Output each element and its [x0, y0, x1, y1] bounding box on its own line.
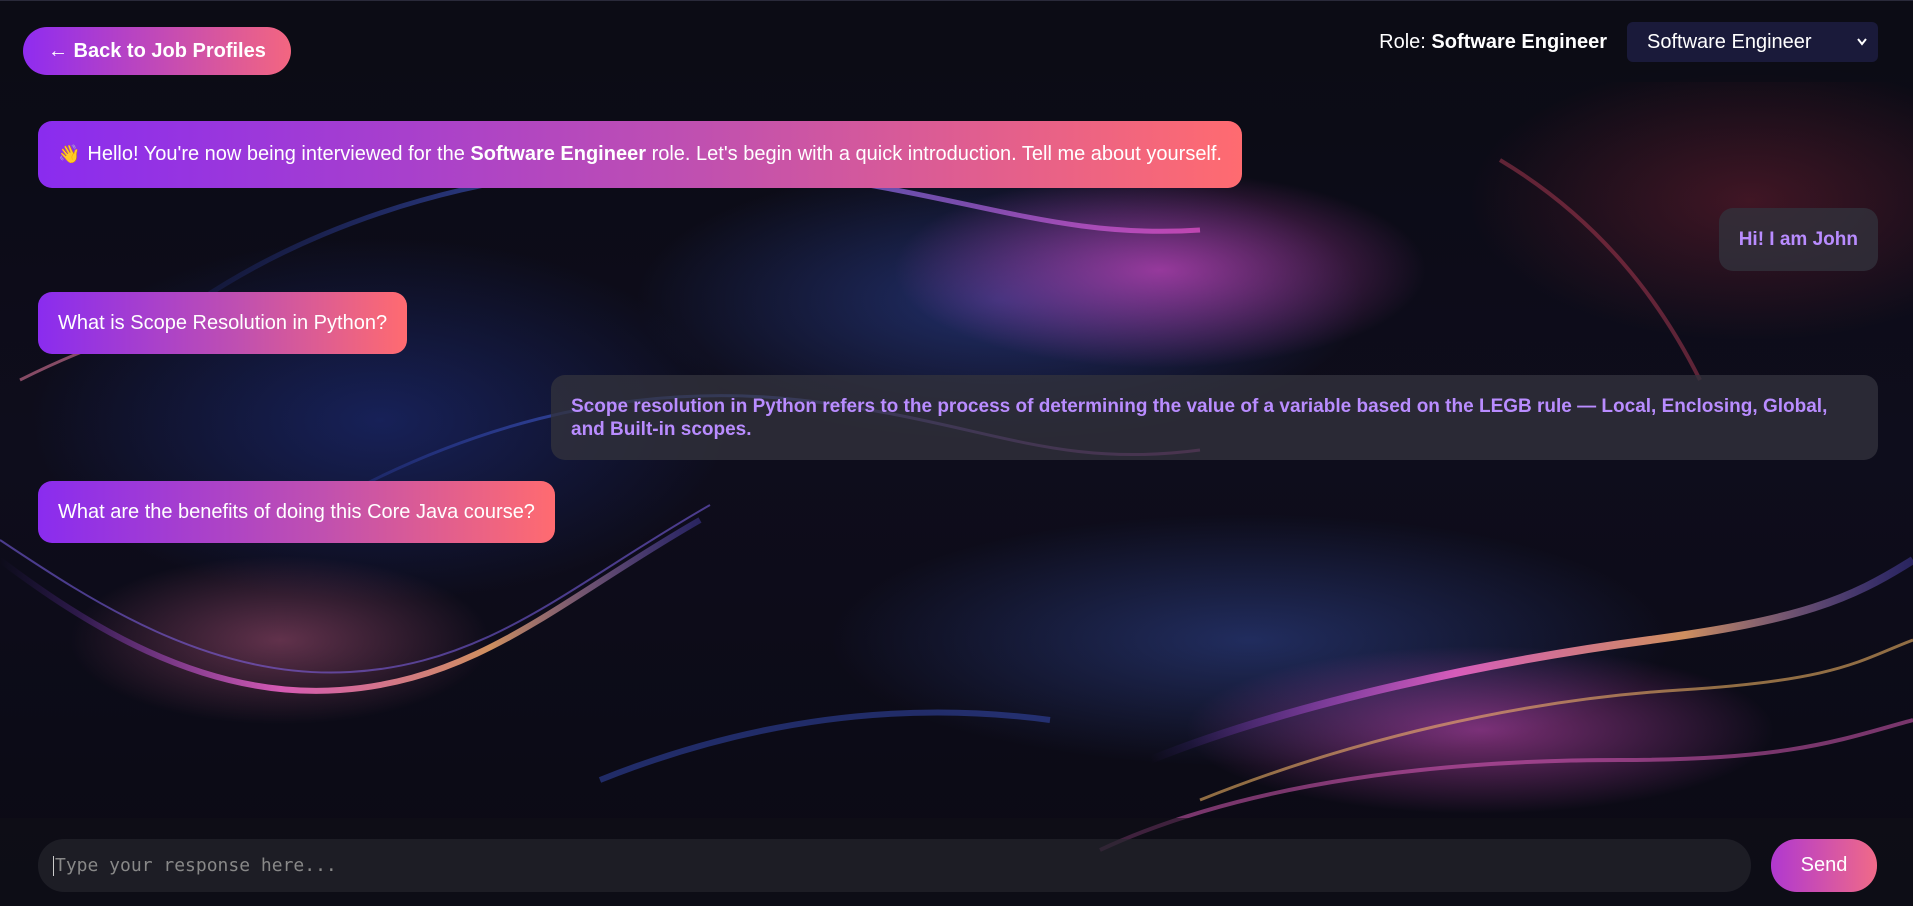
- chevron-down-icon: [1856, 22, 1868, 77]
- waving-hand-icon: 👋: [58, 144, 81, 164]
- response-input[interactable]: Type your response here...: [38, 839, 1751, 892]
- send-button[interactable]: Send: [1771, 839, 1877, 892]
- bot-message-text-start: Hello! You're now being interviewed for …: [87, 143, 465, 165]
- text-caret: [53, 856, 54, 876]
- bot-message-text-end: role. Let's begin with a quick introduct…: [651, 143, 1222, 165]
- response-input-placeholder: Type your response here...: [55, 855, 337, 876]
- user-message: Scope resolution in Python refers to the…: [551, 375, 1878, 460]
- bot-message: What are the benefits of doing this Core…: [38, 481, 555, 543]
- user-message-text: Hi! I am John: [1738, 228, 1858, 250]
- role-value: Software Engineer: [1431, 31, 1607, 53]
- bot-message: What is Scope Resolution in Python?: [38, 292, 408, 354]
- bot-message-text: What is Scope Resolution in Python?: [58, 311, 388, 334]
- bot-message: 👋 Hello! You're now being interviewed fo…: [38, 121, 1242, 188]
- role-select-value: Software Engineer: [1647, 31, 1812, 53]
- bot-message-role: Software Engineer: [470, 143, 646, 165]
- user-message-text: Scope resolution in Python refers to the…: [571, 395, 1828, 440]
- user-message: Hi! I am John: [1718, 208, 1878, 271]
- role-indicator: Role: Software Engineer: [1379, 29, 1607, 55]
- back-to-job-profiles-button[interactable]: ← Back to Job Profiles: [23, 27, 291, 75]
- bot-message-text: What are the benefits of doing this Core…: [58, 500, 535, 523]
- role-prefix: Role:: [1379, 31, 1426, 53]
- top-bar: ← Back to Job Profiles Role: Software En…: [0, 0, 1913, 82]
- role-select[interactable]: Software Engineer: [1627, 22, 1878, 62]
